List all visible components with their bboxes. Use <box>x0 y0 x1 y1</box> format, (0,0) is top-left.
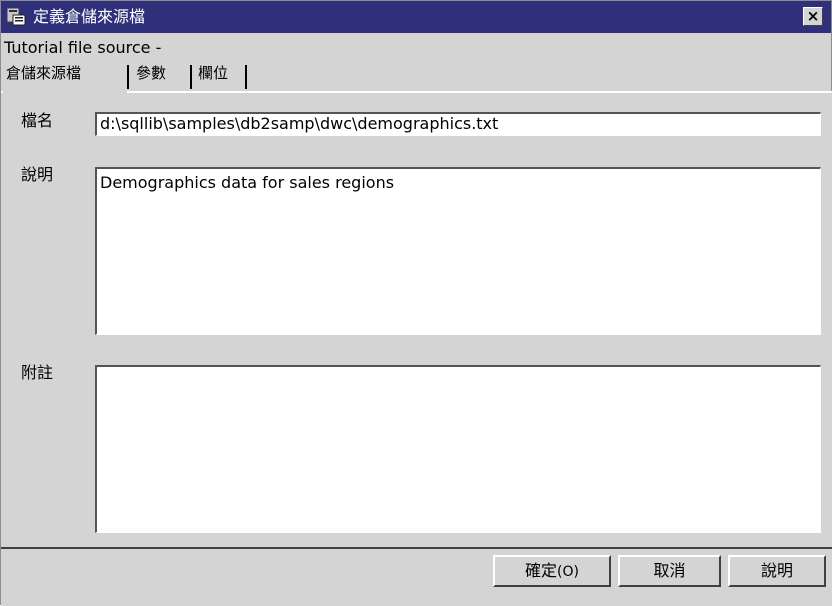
tab-label: 參數 <box>136 64 167 82</box>
file-name-label: 檔名 <box>21 111 54 130</box>
define-warehouse-source-dialog: 定義倉儲來源檔 × Tutorial file source - 倉儲來源檔 參… <box>0 0 832 606</box>
notes-label: 附註 <box>21 363 54 382</box>
tab-columns[interactable]: 欄位 <box>195 59 247 91</box>
tab-label: 欄位 <box>198 64 229 82</box>
ok-button-mnemonic: (O) <box>557 564 579 580</box>
ok-button-label: 確定 <box>525 561 558 580</box>
tab-divider <box>127 65 129 89</box>
window-title: 定義倉儲來源檔 <box>33 7 146 26</box>
button-bar: 確定(O) 取消 說明 <box>1 549 832 606</box>
file-name-field[interactable]: d:\sqllib\samples\db2samp\dwc\demographi… <box>95 112 821 136</box>
tab-divider <box>245 65 247 89</box>
tab-label: 倉儲來源檔 <box>6 64 82 82</box>
ok-button[interactable]: 確定(O) <box>493 555 611 587</box>
tab-warehouse-source[interactable]: 倉儲來源檔 <box>3 59 127 93</box>
tab-panel-warehouse-source: 檔名 d:\sqllib\samples\db2samp\dwc\demogra… <box>1 91 832 547</box>
help-button[interactable]: 說明 <box>728 555 826 587</box>
tab-strip: 倉儲來源檔 參數 欄位 <box>1 59 832 93</box>
title-bar[interactable]: 定義倉儲來源檔 × <box>1 1 831 33</box>
description-field[interactable]: Demographics data for sales regions <box>95 167 821 335</box>
tab-divider <box>190 65 192 89</box>
description-label: 說明 <box>21 165 54 184</box>
close-icon[interactable]: × <box>803 7 823 26</box>
cancel-button[interactable]: 取消 <box>618 555 721 587</box>
app-window-icon[interactable] <box>6 7 26 26</box>
notes-field[interactable] <box>95 365 821 533</box>
tab-parameters[interactable]: 參數 <box>133 59 187 91</box>
source-subtitle: Tutorial file source - <box>4 38 162 57</box>
